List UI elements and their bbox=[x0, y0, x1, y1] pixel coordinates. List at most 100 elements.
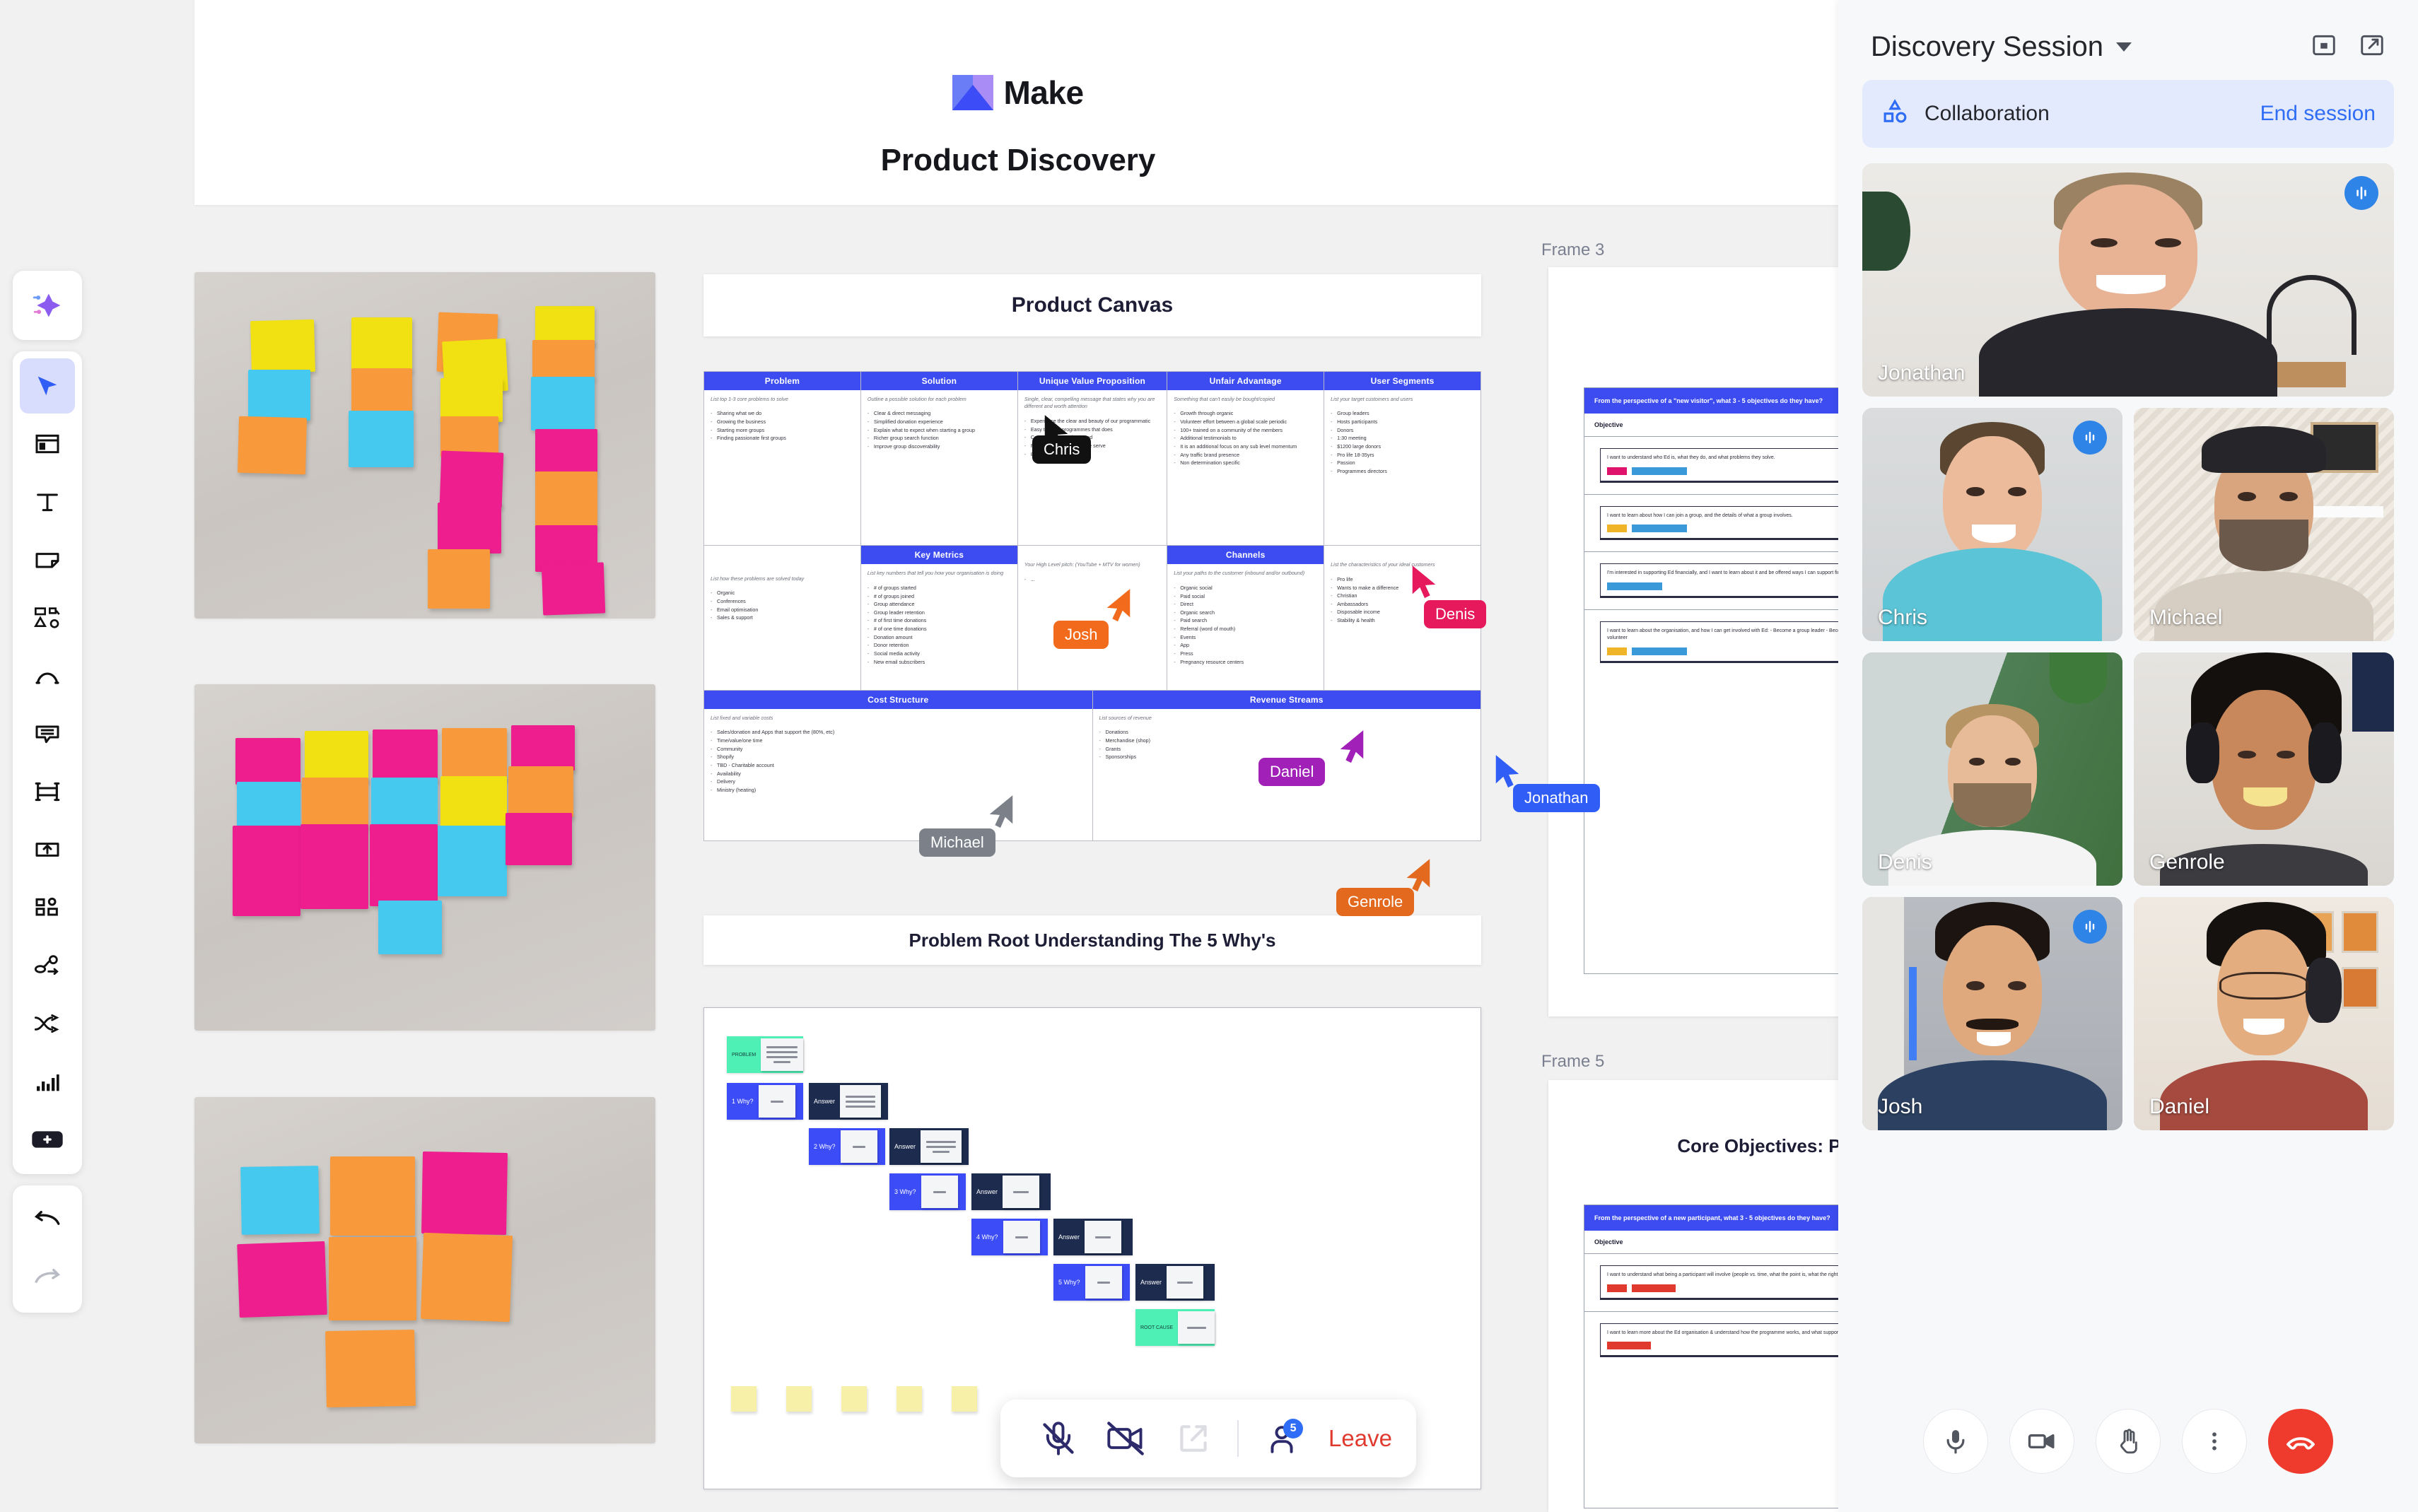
why-node-card bbox=[1003, 1221, 1040, 1253]
why-node-label: Answer bbox=[1058, 1233, 1080, 1241]
product-canvas-grid[interactable]: Problem List top 1-3 core problems to so… bbox=[703, 371, 1481, 841]
ai-assist-icon[interactable] bbox=[20, 278, 75, 333]
hang-up-button[interactable] bbox=[2268, 1409, 2333, 1474]
more-tool[interactable] bbox=[20, 1112, 75, 1167]
undo-button[interactable] bbox=[20, 1192, 75, 1248]
why-node-5-why[interactable]: 5 Why? bbox=[1053, 1264, 1130, 1301]
select-tool[interactable] bbox=[20, 358, 75, 414]
photo-sticky bbox=[330, 1156, 415, 1236]
why-node-4-why[interactable]: 4 Why? bbox=[971, 1219, 1048, 1255]
camera-off-button[interactable] bbox=[1092, 1410, 1160, 1467]
why-node-2-why[interactable]: 2 Why? bbox=[809, 1128, 885, 1165]
participant-tile-denis[interactable]: Denis bbox=[1862, 652, 2122, 886]
why-node-root-cause[interactable]: ROOT CAUSE bbox=[1135, 1309, 1215, 1346]
why-node-3-answer[interactable]: Answer bbox=[971, 1173, 1051, 1210]
mic-muted-button[interactable] bbox=[1024, 1410, 1092, 1467]
pc-list-item: # of groups started bbox=[868, 584, 1011, 592]
why-node-problem[interactable]: PROBLEM bbox=[727, 1036, 803, 1073]
more-options-button[interactable] bbox=[2182, 1409, 2247, 1474]
meeting-floating-bar[interactable]: 5 Leave bbox=[1000, 1400, 1416, 1477]
participant-tile-daniel[interactable]: Daniel bbox=[2134, 897, 2394, 1130]
frame-label-5: Frame 5 bbox=[1541, 1052, 1605, 1071]
why-node-1-why[interactable]: 1 Why? bbox=[727, 1083, 803, 1120]
participant-tile-jonathan[interactable]: Jonathan bbox=[1862, 163, 2394, 397]
pc-list-item: 1:30 meeting bbox=[1331, 434, 1474, 443]
flow-tool[interactable] bbox=[20, 938, 75, 993]
pc-list: Group leadersHosts participantsDonors1:3… bbox=[1331, 409, 1474, 475]
leave-call-button[interactable]: Leave bbox=[1328, 1425, 1392, 1452]
chevron-down-icon[interactable] bbox=[2116, 42, 2132, 52]
five-whys-title: Problem Root Understanding The 5 Why's bbox=[909, 929, 1276, 951]
pen-tool[interactable] bbox=[20, 648, 75, 703]
pc-column-problem[interactable]: Problem List top 1-3 core problems to so… bbox=[704, 372, 861, 690]
frame-tool[interactable] bbox=[20, 416, 75, 471]
workshop-photo-3[interactable] bbox=[194, 1097, 655, 1443]
photo-sticky bbox=[349, 411, 414, 467]
participant-tile-michael[interactable]: Michael bbox=[2134, 408, 2394, 641]
raise-hand-button[interactable] bbox=[2096, 1409, 2161, 1474]
upload-tool[interactable] bbox=[20, 822, 75, 877]
camera-button[interactable] bbox=[2009, 1409, 2074, 1474]
pc-column-unfair-advantage[interactable]: Unfair Advantage Something that can't ea… bbox=[1167, 372, 1325, 690]
pc-column-solution[interactable]: Solution Outline a possible solution for… bbox=[860, 372, 1018, 690]
pc-list-item: 100+ trained on a community of the membe… bbox=[1174, 426, 1317, 435]
participant-tile-genrole[interactable]: Genrole bbox=[2134, 652, 2394, 886]
pc-header: Unique Value Proposition bbox=[1017, 372, 1167, 390]
left-toolbar[interactable] bbox=[13, 271, 82, 1313]
why-node-4-answer[interactable]: Answer bbox=[1053, 1219, 1133, 1255]
participants-button[interactable]: 5 bbox=[1249, 1410, 1316, 1467]
pc-list-item: Group leaders bbox=[1331, 409, 1474, 418]
workshop-photo-2[interactable] bbox=[194, 684, 655, 1031]
photo-sticky bbox=[240, 1166, 320, 1235]
pc-list-item: Events bbox=[1174, 633, 1317, 642]
five-whys-title-card[interactable]: Problem Root Understanding The 5 Why's bbox=[703, 915, 1481, 965]
chart-tool[interactable] bbox=[20, 1054, 75, 1109]
pc-list: Sales/donation and Apps that support the… bbox=[711, 728, 1086, 794]
share-screen-button[interactable] bbox=[1160, 1410, 1227, 1467]
why-node-card bbox=[1167, 1266, 1204, 1299]
why-node-5-answer[interactable]: Answer bbox=[1135, 1264, 1215, 1301]
participant-name: Daniel bbox=[2149, 1095, 2210, 1118]
why-node-label: 4 Why? bbox=[976, 1233, 998, 1241]
pc-hint: List your target customers and users bbox=[1331, 396, 1413, 402]
pc-list-item: Passion bbox=[1331, 459, 1474, 467]
why-node-1-answer[interactable]: Answer bbox=[809, 1083, 888, 1120]
headphone-right bbox=[2305, 957, 2342, 1024]
workshop-photo-1[interactable] bbox=[194, 272, 655, 619]
sticky-note-placeholder[interactable] bbox=[786, 1386, 812, 1412]
microphone-button[interactable] bbox=[1923, 1409, 1988, 1474]
sticky-note-tool[interactable] bbox=[20, 532, 75, 587]
mouth bbox=[2243, 787, 2288, 807]
pc-list: # of groups started# of groups joinedGro… bbox=[868, 584, 1011, 667]
sticky-note-placeholder[interactable] bbox=[952, 1386, 977, 1412]
photo-sticky bbox=[233, 826, 300, 916]
product-canvas-title-card[interactable]: Product Canvas bbox=[703, 274, 1481, 336]
pc-column-cost-structure[interactable]: Cost Structure List fixed and variable c… bbox=[704, 690, 1093, 840]
sticky-note-placeholder[interactable] bbox=[841, 1386, 867, 1412]
photo-sticky bbox=[237, 1241, 327, 1318]
pc-column-user-segments[interactable]: User Segments List your target customers… bbox=[1324, 372, 1481, 690]
pc-subcell-key-metrics: Key Metrics List key numbers that tell y… bbox=[860, 545, 1017, 689]
pc-body: Your High Level pitch: (YouTube + MTV fo… bbox=[1018, 546, 1167, 589]
comment-tool[interactable] bbox=[20, 706, 75, 761]
text-tool[interactable] bbox=[20, 474, 75, 529]
sticky-note-placeholder[interactable] bbox=[896, 1386, 922, 1412]
participant-tile-josh[interactable]: Josh bbox=[1862, 897, 2122, 1130]
photo-sticky bbox=[371, 778, 438, 827]
apps-tool[interactable] bbox=[20, 880, 75, 935]
connector-tool[interactable] bbox=[20, 996, 75, 1051]
end-session-button[interactable]: End session bbox=[2260, 102, 2376, 126]
panel-collapse-icon[interactable] bbox=[2311, 32, 2337, 62]
shapes-tool[interactable] bbox=[20, 590, 75, 645]
redo-button[interactable] bbox=[20, 1250, 75, 1306]
table-tool[interactable] bbox=[20, 764, 75, 819]
open-external-icon[interactable] bbox=[2359, 32, 2385, 62]
photo-sticky bbox=[235, 738, 300, 785]
pc-list-item: Group leader retention bbox=[868, 609, 1011, 617]
toolbar-group-history bbox=[13, 1185, 82, 1313]
participant-tile-chris[interactable]: Chris bbox=[1862, 408, 2122, 641]
sticky-note-placeholder[interactable] bbox=[731, 1386, 757, 1412]
why-node-2-answer[interactable]: Answer bbox=[889, 1128, 969, 1165]
pc-list-item: Donation amount bbox=[868, 633, 1011, 642]
why-node-3-why[interactable]: 3 Why? bbox=[889, 1173, 966, 1210]
